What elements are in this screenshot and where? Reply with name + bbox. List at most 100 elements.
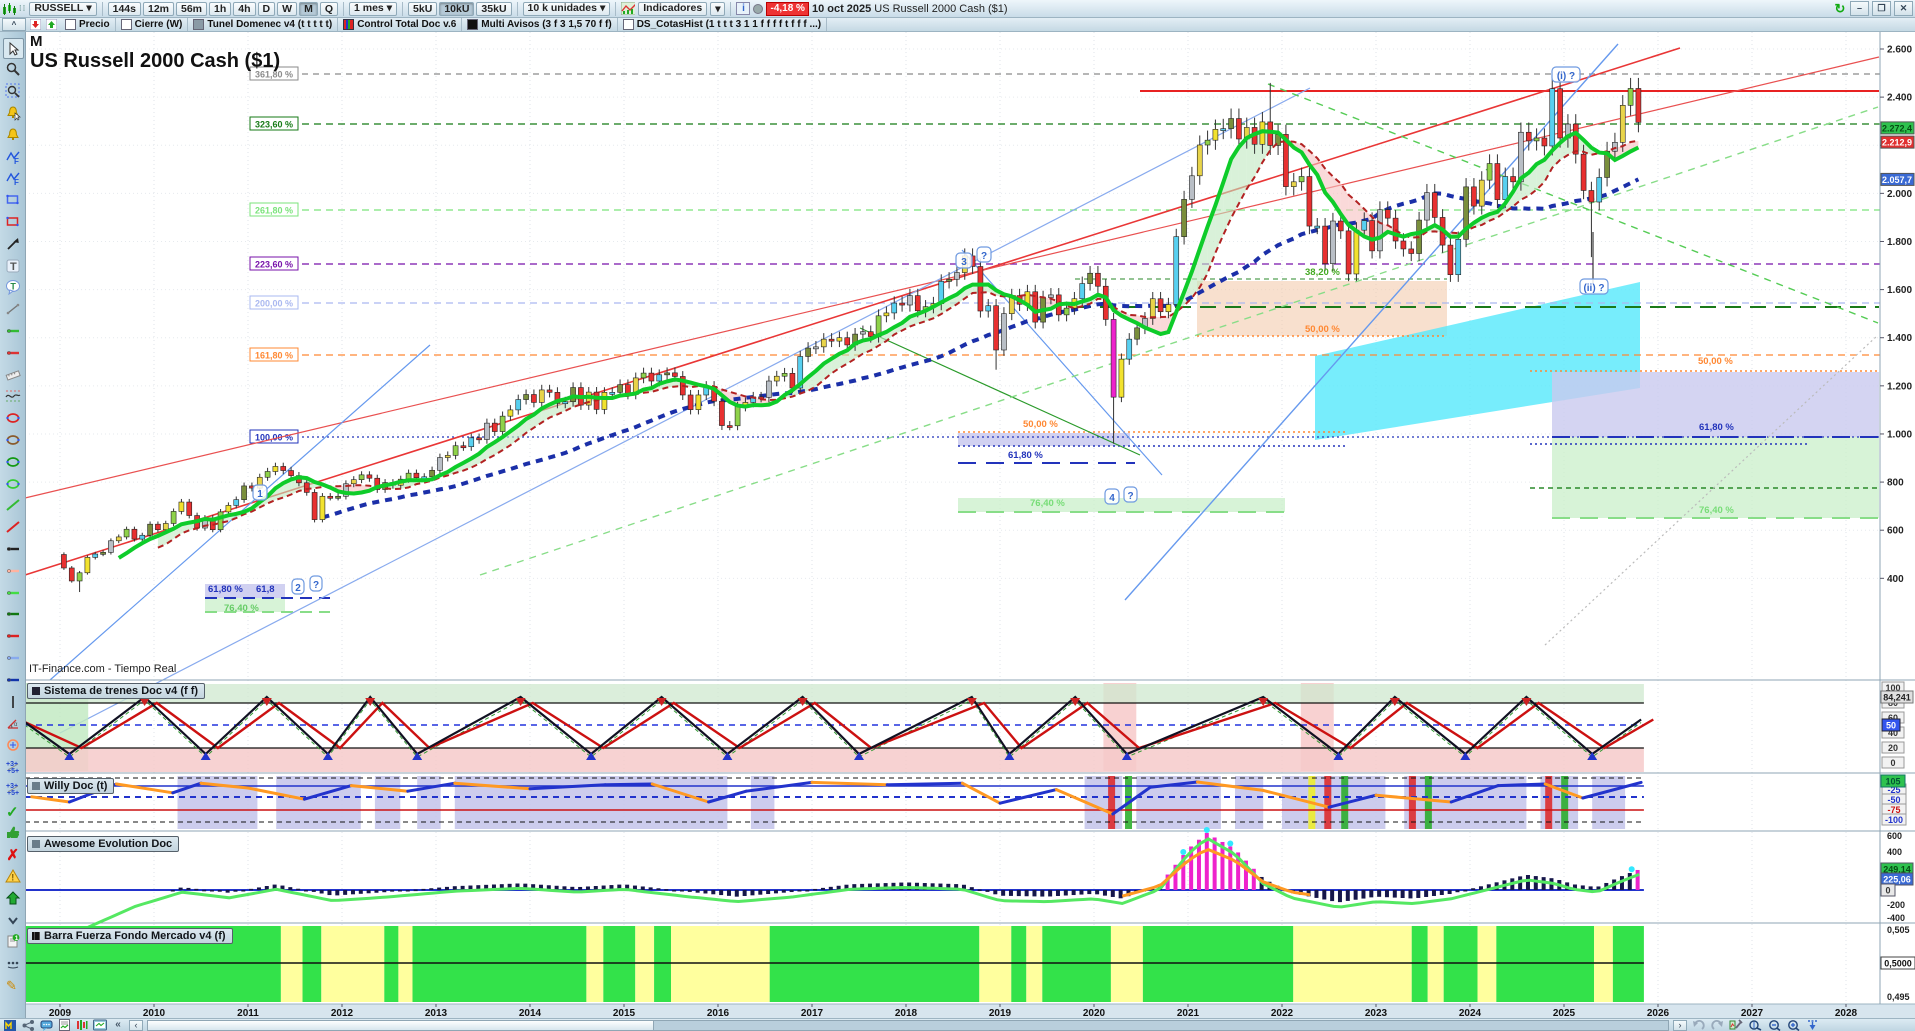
undo-icon[interactable] [1691,1019,1705,1031]
alert-pointer-tool[interactable] [3,103,22,122]
size-5kU[interactable]: 5kU [408,1,438,16]
ruler-tool[interactable] [3,365,22,384]
panel-header-awesome[interactable]: Awesome Evolution Doc [27,836,180,852]
ellipse-brown-tool[interactable] [3,430,22,449]
symbol-selector[interactable]: RUSSELL ▾ [29,1,97,16]
hline-red-2-tool[interactable] [3,627,22,646]
timeframe-M[interactable]: M [299,1,318,16]
points-tool-2[interactable]: +3+ +5+ [3,779,22,798]
timeframe-144s[interactable]: 144s [107,1,141,16]
line-red-tool[interactable] [3,518,22,537]
timeframe-12m[interactable]: 12m [142,1,174,16]
more-chevron[interactable] [3,910,22,929]
hline-lime-tool[interactable] [3,583,22,602]
ellipse-green-2-tool[interactable] [3,474,22,493]
dots-tool[interactable] [3,954,22,973]
overlay-checkbox[interactable] [120,19,132,30]
panel-header-willy[interactable]: Willy Doc (t) [27,778,115,794]
period-selector[interactable]: 1 mes ▾ [348,1,398,16]
zoom-in-icon[interactable] [1786,1020,1800,1031]
vline-tool[interactable] [3,692,22,711]
scrollbar-thumb[interactable] [148,1020,654,1030]
target-tool[interactable] [3,736,22,755]
overlay-item-3[interactable]: Control Total Doc v.6 [338,18,463,31]
warning-tool[interactable]: ! [3,866,22,885]
ellipse-red-tool[interactable] [3,409,22,428]
report-icon[interactable] [57,1019,71,1031]
channel-tool[interactable] [3,387,22,406]
pointer-tool[interactable] [3,38,24,59]
overlay-item-1[interactable]: Cierre (W) [116,18,189,31]
overlay-item-4[interactable]: Multi Avisos (3 f 3 1,5 70 f f) [462,18,618,31]
overlay-checkbox[interactable] [343,19,355,30]
overlay-checkbox[interactable] [193,19,205,30]
redo-icon[interactable] [1710,1019,1724,1031]
auto-scale-icon[interactable] [1805,1020,1819,1031]
overlay-item-2[interactable]: Tunel Domenec v4 (t t t t t) [188,18,339,31]
hline-navy-tool[interactable] [3,670,22,689]
hline-lightblue-tool[interactable] [3,648,22,667]
alert-bell-tool[interactable] [3,125,22,144]
overlay-checkbox[interactable] [622,19,634,30]
timeframe-56m[interactable]: 56m [176,1,208,16]
timeframe-Q[interactable]: Q [319,1,338,16]
chat-icon[interactable] [39,1020,53,1031]
timeframe-4h[interactable]: 4h [233,1,256,16]
hline-red-tool[interactable] [3,343,22,362]
draw-tool[interactable]: ✎ [3,975,22,994]
note-tool[interactable]: T [3,278,22,297]
timeframe-W[interactable]: W [277,1,298,16]
timeframe-D[interactable]: D [257,1,276,16]
share-icon[interactable] [21,1019,35,1031]
scroll-left-button[interactable]: ‹ [129,1019,143,1031]
ellipse-green-tool[interactable] [3,452,22,471]
rect-blue-tool[interactable] [3,191,22,210]
scroll-right-button[interactable]: › [1673,1019,1687,1031]
zoom-window-icon[interactable] [1748,1020,1762,1031]
minimize-button[interactable]: – [1850,1,1869,16]
overlay-item-5[interactable]: DS_CotasHist (1 t t t 3 1 1 f f f f t f … [618,18,828,31]
settings-icon[interactable] [1729,1019,1743,1031]
size-10kU[interactable]: 10kU [439,1,475,16]
delete-tool[interactable]: ✗ [3,845,22,864]
overlay-checkbox[interactable] [467,19,479,30]
trend-arrow-tool[interactable] [3,234,22,253]
like-tool[interactable] [3,823,22,842]
refresh-icon[interactable]: ↻ [1833,2,1847,15]
columns-icon[interactable] [75,1020,89,1031]
toolbar-grip[interactable]: ⁞⁞ [19,4,26,13]
arrow-up-tool[interactable] [3,888,22,907]
fibonacci-tool-2[interactable]: F [3,169,22,188]
confirm-tool[interactable]: ✓ [3,801,22,820]
overlay-checkbox[interactable] [65,19,76,30]
price-up-icon[interactable] [44,19,58,30]
hline-green-tool[interactable] [3,321,22,340]
text-tool[interactable]: T [3,256,22,275]
segment-tool[interactable] [3,300,22,319]
collapse-scroll-icon[interactable]: « [111,1020,125,1031]
points-tool[interactable]: +3+ +5+ [3,757,22,776]
zoom-area-tool[interactable] [3,82,22,101]
timeframe-1h[interactable]: 1h [209,1,232,16]
price-down-icon[interactable] [28,19,42,30]
rect-red-tool[interactable] [3,212,22,231]
line-green-tool[interactable] [3,496,22,515]
hline-pink-tool[interactable] [3,561,22,580]
chart-canvas[interactable]: 361,80 %323,60 %261,80 %223,60 %200,00 %… [0,32,1915,1031]
chart-scrollbar[interactable] [147,1019,1669,1031]
zoom-tool[interactable] [3,60,22,79]
panel-header-sistema[interactable]: Sistema de trenes Doc v4 (f f) [27,683,206,699]
close-button[interactable]: ✕ [1894,1,1913,16]
units-selector[interactable]: 10 k unidades ▾ [522,1,611,16]
zoom-out-icon[interactable] [1767,1020,1781,1031]
snapshot-icon[interactable] [93,1019,107,1031]
fibonacci-tool[interactable]: F [3,147,22,166]
size-35kU[interactable]: 35kU [476,1,512,16]
panel-header-barra[interactable]: Barra Fuerza Fondo Mercado v4 (f) [27,928,233,944]
angle-tool[interactable]: α [3,714,22,733]
overlay-item-0[interactable]: Precio [60,18,116,31]
hline-darkgreen-tool[interactable] [3,605,22,624]
hline-black-tool[interactable] [3,539,22,558]
restore-button[interactable]: ❐ [1872,1,1891,16]
collapse-overlays-button[interactable]: ^ [2,18,26,31]
